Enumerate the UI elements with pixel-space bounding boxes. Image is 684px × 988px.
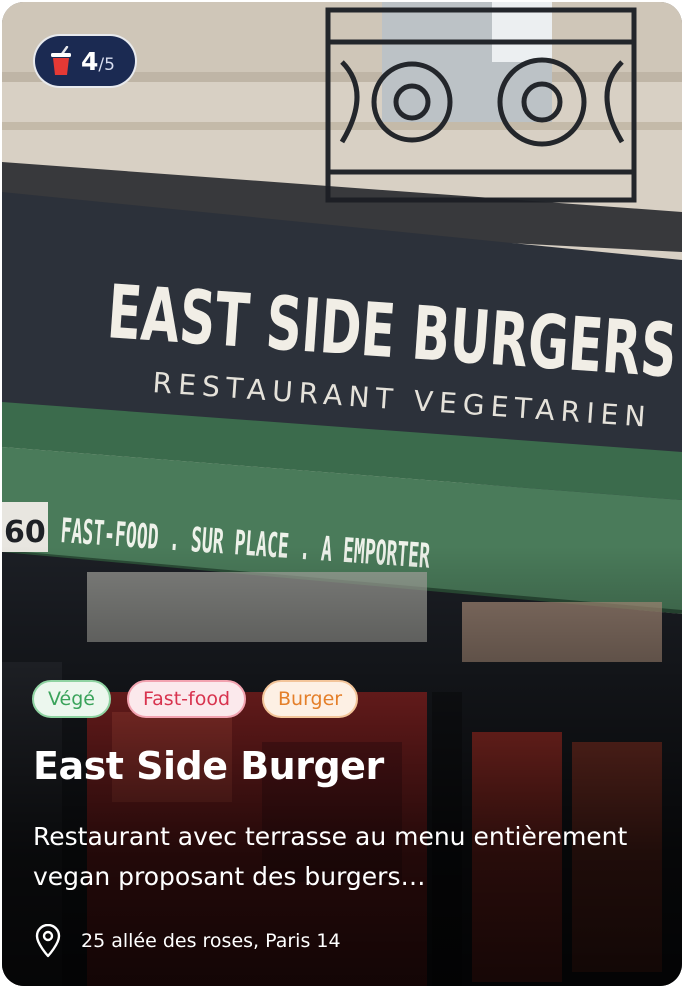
rating-value: 4 <box>81 46 99 76</box>
rating-max: 5 <box>104 54 115 75</box>
rating-badge: 4 / 5 <box>33 34 137 88</box>
restaurant-card[interactable]: EAST SIDE BURGERS RESTAURANT VEGETARIEN … <box>2 2 682 986</box>
tag-list: Végé Fast-food Burger <box>32 680 359 718</box>
drink-cup-icon <box>51 46 71 75</box>
tag-fast-food[interactable]: Fast-food <box>126 680 246 718</box>
tag-vege[interactable]: Végé <box>32 680 111 718</box>
address-text: 25 allée des roses, Paris 14 <box>81 930 341 952</box>
location-pin-icon <box>35 924 61 958</box>
street-number: 60 <box>4 515 46 550</box>
restaurant-name: East Side Burger <box>33 744 384 788</box>
restaurant-address: 25 allée des roses, Paris 14 <box>33 924 341 958</box>
rating-score: 4 / 5 <box>81 49 115 74</box>
restaurant-description: Restaurant avec terrasse au menu entière… <box>33 822 628 891</box>
tag-burger[interactable]: Burger <box>262 680 359 718</box>
